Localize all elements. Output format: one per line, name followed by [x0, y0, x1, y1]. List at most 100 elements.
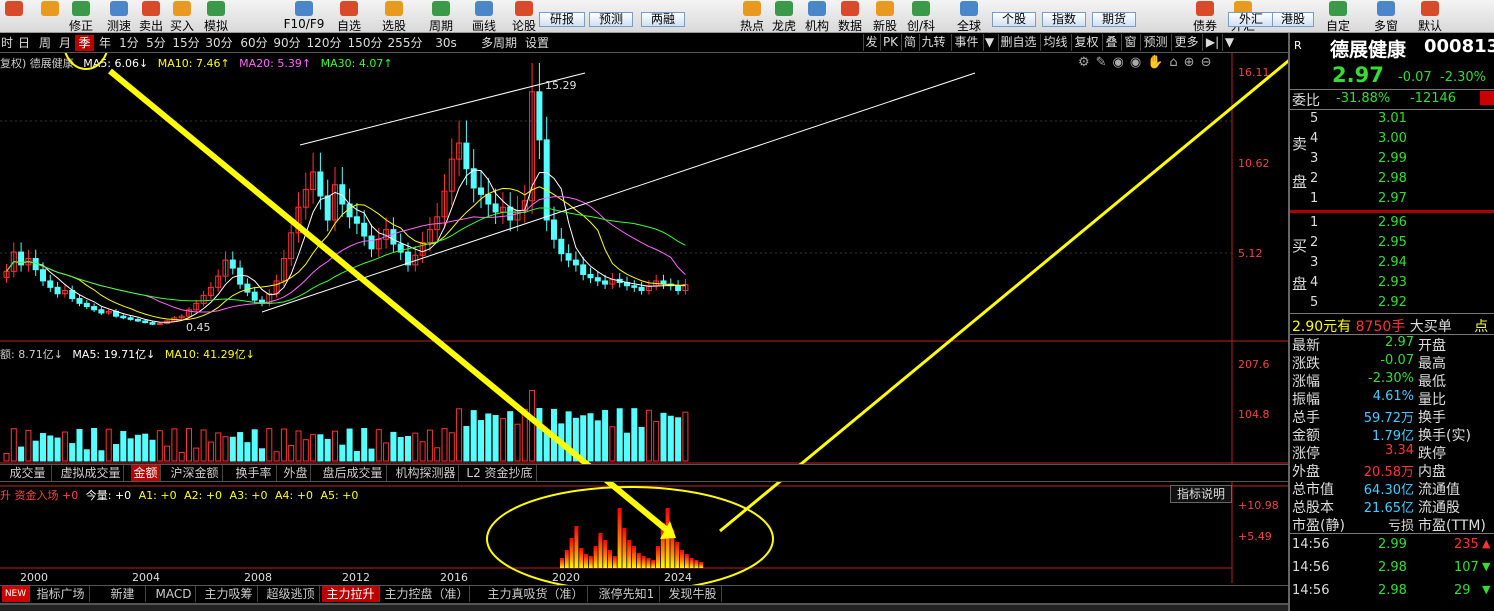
- stat-value: -2.30%: [1368, 371, 1414, 386]
- chart-tool-button[interactable]: 窗: [1121, 34, 1139, 51]
- toolbar-data-button[interactable]: 数据: [836, 0, 864, 32]
- chart-tool-button[interactable]: 删自选: [998, 34, 1038, 51]
- toolbar-forum-button[interactable]: 论股: [508, 0, 540, 32]
- period-tab[interactable]: 120分: [306, 35, 342, 51]
- toolbar-org-button[interactable]: 机构: [803, 0, 831, 32]
- chart-tool-button[interactable]: 叠: [1102, 34, 1120, 51]
- toolbar-test-button[interactable]: 测速: [102, 0, 136, 32]
- toolbar-revise-button[interactable]: 修正: [64, 0, 98, 32]
- period-tab[interactable]: 日: [16, 35, 32, 51]
- indicator-tab[interactable]: 新建: [100, 586, 146, 602]
- toolbar-global-button[interactable]: 全球: [954, 0, 984, 32]
- indicator-tab[interactable]: 发现牛股: [664, 586, 722, 602]
- volume-tab[interactable]: 外盘: [281, 465, 311, 481]
- toolbar-custom-button[interactable]: 自定: [1322, 0, 1354, 32]
- bid-price[interactable]: 2.92: [1378, 295, 1407, 310]
- indicator-tab[interactable]: MACD: [152, 586, 196, 602]
- chart-tool-button[interactable]: ▼: [1222, 34, 1236, 51]
- toolbar-sim-button[interactable]: 模拟: [200, 0, 232, 32]
- toolbar-cycle-button[interactable]: 周期: [425, 0, 457, 32]
- indicator-tab[interactable]: 超级逃顶: [262, 586, 320, 602]
- toolbar-draw-button[interactable]: 画线: [468, 0, 500, 32]
- toolbar-quick-button[interactable]: 个股: [992, 12, 1036, 27]
- period-tab[interactable]: 周: [36, 35, 54, 51]
- toolbar-dragon-button[interactable]: 龙虎: [770, 0, 798, 32]
- toolbar-forward-button[interactable]: [38, 0, 62, 32]
- chart-tool-button[interactable]: 简: [901, 34, 918, 51]
- toolbar-kcb-button[interactable]: 创/科: [905, 0, 937, 32]
- toolbar-quick-button[interactable]: 指数: [1042, 12, 1086, 27]
- toolbar-quick-button[interactable]: 港股: [1272, 12, 1314, 27]
- bid-price[interactable]: 2.95: [1378, 235, 1407, 250]
- ind-a3: A3: +0: [229, 489, 268, 502]
- candle: [127, 317, 134, 320]
- indicator-tab[interactable]: 主力控盘（准）: [384, 586, 470, 602]
- chart-tool-button[interactable]: 九转: [919, 34, 947, 51]
- chart-tool-button[interactable]: 均线: [1040, 34, 1070, 51]
- period-tab[interactable]: 30s: [432, 35, 460, 51]
- toolbar-fav-button[interactable]: 自选: [333, 0, 365, 32]
- bid-price[interactable]: 2.96: [1378, 215, 1407, 230]
- period-tab[interactable]: 150分: [347, 35, 383, 51]
- toolbar-quick-button[interactable]: 外汇: [1228, 12, 1274, 27]
- period-tab[interactable]: 1分: [117, 35, 141, 51]
- ask-price[interactable]: 2.98: [1378, 171, 1407, 186]
- volume-tab[interactable]: 虚拟成交量: [58, 465, 124, 481]
- volume-tab[interactable]: 盘后成交量: [319, 465, 387, 481]
- toolbar-quick-button[interactable]: 预测: [589, 12, 633, 27]
- ask-price[interactable]: 3.01: [1378, 111, 1407, 126]
- period-tab[interactable]: 多周期: [478, 35, 520, 51]
- chart-tool-button[interactable]: ▶|: [1202, 34, 1222, 51]
- toolbar-pick-button[interactable]: 选股: [378, 0, 410, 32]
- volume-tab[interactable]: 金额: [131, 465, 161, 481]
- indicator-explain-button[interactable]: 指标说明: [1170, 485, 1232, 503]
- bid-price[interactable]: 2.94: [1378, 255, 1407, 270]
- period-tab[interactable]: 年: [96, 35, 114, 51]
- ask-price[interactable]: 2.99: [1378, 151, 1407, 166]
- ask-price[interactable]: 3.00: [1378, 131, 1407, 146]
- indicator-tab[interactable]: 指标广场: [32, 586, 90, 602]
- toolbar-buy-button[interactable]: 卖出: [135, 0, 167, 32]
- volume-tab[interactable]: 机构探测器: [393, 465, 459, 481]
- toolbar-back-button[interactable]: [2, 0, 26, 32]
- chart-tool-button[interactable]: 预测: [1140, 34, 1170, 51]
- indicator-tab[interactable]: 主力真吸货（准）: [484, 586, 588, 602]
- volume-tab[interactable]: 换手率: [231, 465, 277, 481]
- period-tab[interactable]: 30分: [204, 35, 234, 51]
- period-tab[interactable]: 季: [75, 35, 94, 51]
- bid-price[interactable]: 2.93: [1378, 275, 1407, 290]
- chart-tool-button[interactable]: 更多: [1171, 34, 1201, 51]
- chart-tool-button[interactable]: PK: [880, 34, 900, 51]
- toolbar-quick-button[interactable]: 两融: [641, 12, 685, 27]
- toolbar-hot-button[interactable]: 热点: [738, 0, 766, 32]
- period-tab[interactable]: 255分: [387, 35, 423, 51]
- chart-tool-button[interactable]: 发: [863, 34, 879, 51]
- toolbar-quick-button[interactable]: 研报: [539, 12, 585, 27]
- toolbar-multi-button[interactable]: 多窗: [1370, 0, 1402, 32]
- toolbar-ipo-button[interactable]: 新股: [871, 0, 899, 32]
- indicator-tab[interactable]: NEW: [2, 586, 30, 602]
- period-tab[interactable]: 5分: [144, 35, 168, 51]
- volume-tab[interactable]: L2 资金抄底: [463, 465, 537, 481]
- toolbar-quick-button[interactable]: 期货: [1092, 12, 1136, 27]
- toolbar-bond-button[interactable]: 债券: [1190, 0, 1220, 32]
- indicator-tab[interactable]: 涨停先知1: [594, 586, 660, 602]
- period-tab[interactable]: 60分: [239, 35, 269, 51]
- ask-price[interactable]: 2.97: [1378, 191, 1407, 206]
- period-tab[interactable]: 90分: [272, 35, 302, 51]
- chart-tool-button[interactable]: ▼: [983, 34, 995, 51]
- indicator-tab[interactable]: 主力吸筹: [200, 586, 258, 602]
- period-tab[interactable]: 15分: [171, 35, 201, 51]
- volume-bar: [405, 435, 411, 462]
- indicator-tab[interactable]: 主力拉升: [322, 586, 380, 602]
- volume-tab[interactable]: 沪深金额: [167, 465, 223, 481]
- period-tab[interactable]: 时: [0, 35, 14, 51]
- chart-tool-button[interactable]: 复权: [1071, 34, 1101, 51]
- period-tab[interactable]: 月: [57, 35, 73, 51]
- toolbar-sell-button[interactable]: 买入: [167, 0, 197, 32]
- period-tab[interactable]: 设置: [522, 35, 552, 51]
- volume-tab[interactable]: 成交量: [4, 465, 52, 481]
- toolbar-default-button[interactable]: 默认: [1414, 0, 1446, 32]
- chart-tool-button[interactable]: 事件: [951, 34, 981, 51]
- toolbar-f10-button[interactable]: F10/F9: [282, 0, 326, 32]
